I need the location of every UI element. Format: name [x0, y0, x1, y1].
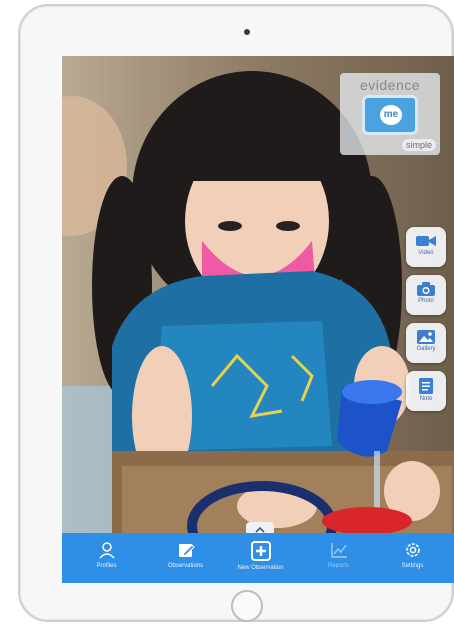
tab-new-observation[interactable]: New Observation — [221, 533, 300, 583]
photo-label: Photo — [418, 298, 434, 304]
tab-new-observation-label: New Observation — [237, 565, 284, 571]
tab-settings[interactable]: Settings — [373, 533, 452, 583]
logo-simple-tag: simple — [401, 139, 436, 151]
note-icon — [419, 378, 433, 394]
note-button[interactable]: Note — [406, 371, 446, 411]
tab-reports[interactable]: Reports — [299, 533, 378, 583]
tab-observations-label: Observations — [167, 563, 204, 569]
edit-icon — [178, 544, 195, 557]
chart-icon — [330, 543, 347, 558]
front-camera — [244, 29, 250, 35]
logo-wordmark: evidence — [359, 77, 421, 93]
video-button[interactable]: Video — [406, 227, 446, 267]
gallery-label: Gallery — [416, 346, 436, 352]
tab-settings-label: Settings — [401, 563, 424, 569]
photo-button[interactable]: Photo — [406, 275, 446, 315]
app-logo: evidence me simple — [340, 73, 440, 155]
video-icon — [416, 236, 436, 246]
note-label: Note — [419, 396, 433, 402]
gear-icon — [405, 543, 420, 557]
app-screen: evidence me simple Video Photo Gallery N… — [62, 56, 454, 583]
tab-profiles-label: Profiles — [96, 563, 117, 569]
bottom-tab-bar: Profiles Observations New Observation Re… — [62, 533, 454, 583]
gallery-icon — [417, 330, 435, 344]
logo-me-badge: me — [380, 105, 402, 125]
logo-badge: me — [362, 95, 418, 135]
plus-square-icon — [250, 541, 271, 561]
person-icon — [98, 542, 115, 559]
gallery-button[interactable]: Gallery — [406, 323, 446, 363]
camera-icon — [417, 282, 435, 296]
tab-reports-label: Reports — [327, 563, 349, 569]
home-button[interactable] — [231, 590, 263, 622]
tab-observations[interactable]: Observations — [146, 533, 225, 583]
video-label: Video — [418, 250, 434, 256]
tab-profiles[interactable]: Profiles — [67, 533, 146, 583]
tablet-frame: evidence me simple Video Photo Gallery N… — [18, 4, 454, 622]
